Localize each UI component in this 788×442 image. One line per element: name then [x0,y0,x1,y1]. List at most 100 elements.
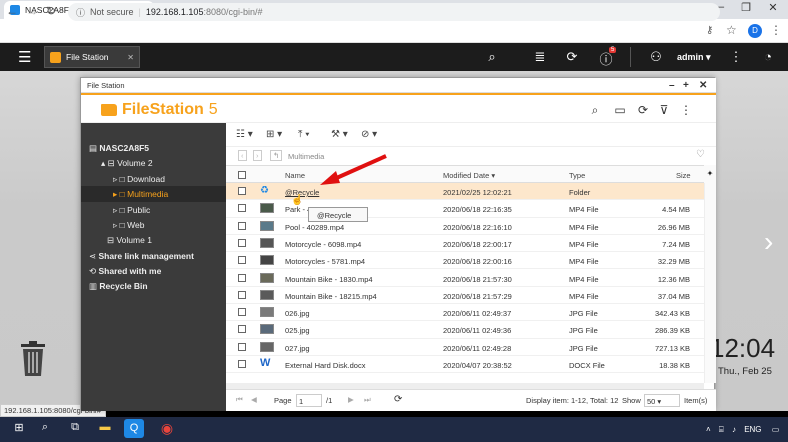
url-field[interactable]: ⓘ Not secure | 192.168.1.105:8080/cgi-bi… [68,3,720,21]
table-row[interactable]: W External Hard Disk.docx 2020/04/07 20:38… [226,356,704,374]
app-tab-filestation[interactable]: File Station ✕ [44,46,140,68]
col-type[interactable]: Type [569,171,585,180]
forward-icon[interactable]: → [26,4,38,18]
network-icon[interactable]: ⌸ [719,425,724,434]
row-checkbox[interactable] [238,273,246,282]
language-indicator[interactable]: ENG [744,425,761,434]
cell-name[interactable]: 027.jpg [285,344,310,353]
taskbar-search-icon[interactable]: ⌕ [34,421,56,434]
dashboard-gauge-icon[interactable]: ◔ [758,49,778,64]
table-row[interactable]: Mountain Bike - 1830.mp4 2020/06/18 21:57… [226,270,704,287]
sidebar-item-multimedia[interactable]: ▸ □ Multimedia [113,189,168,200]
storage-icon[interactable]: ▭ [611,103,629,117]
more-options-icon[interactable]: ⋮ [726,49,746,65]
page-input[interactable]: 1 [296,394,322,407]
table-row[interactable]: Motorcycle - 6098.mp4 2020/06/18 22:00:17… [226,235,704,253]
volume-icon[interactable]: ♪ [732,425,736,434]
cell-name[interactable]: Motorcycles - 5781.mp4 [285,257,365,266]
more-icon[interactable]: ⋮ [677,103,695,117]
upload-icon[interactable]: ⤒ ▾ [298,129,309,140]
close-window-icon[interactable]: ✕ [762,1,784,14]
window-maximize-icon[interactable]: + [683,80,689,91]
sidebar-share-link[interactable]: ⋖ Share link management [89,251,194,262]
browser-menu-icon[interactable]: ⋮ [770,23,782,37]
sidebar-volume1[interactable]: ⊟ Volume 1 [107,235,152,246]
row-checkbox[interactable] [238,290,246,299]
row-checkbox[interactable] [238,187,246,195]
first-page-icon[interactable]: ⏮ [236,395,243,405]
windows-start-icon[interactable]: ⊞ [8,421,30,434]
new-folder-icon[interactable]: ⊞ ▾ [266,129,282,140]
next-page-icon[interactable]: ▶ [348,395,354,404]
info-icon[interactable]: ⓘ [76,6,85,19]
table-row[interactable]: 026.jpg 2020/06/11 02:49:37 JPG File 342.43… [226,304,704,322]
user-icon[interactable]: ⚇ [646,49,666,65]
cell-name[interactable]: 026.jpg [285,309,310,318]
task-view-icon[interactable]: ⧉ [64,421,86,434]
search-icon[interactable]: ⌕ [482,49,502,65]
crumb-forward-icon[interactable]: › [253,150,262,161]
row-checkbox[interactable] [238,308,246,317]
table-row[interactable]: Mountain Bike - 18215.mp4 2020/06/18 21:5… [226,287,704,305]
select-all-checkbox[interactable] [238,171,246,179]
table-row[interactable]: Pool - 40289.mp4 2020/06/18 22:16:10 MP4 F… [226,218,704,235]
cell-name[interactable]: Mountain Bike - 1830.mp4 [285,275,373,284]
notification-center-icon[interactable]: ▭ [772,425,780,434]
app-tab-close-icon[interactable]: ✕ [127,53,134,62]
window-minimize-icon[interactable]: – [669,80,675,91]
vertical-scrollbar[interactable] [704,183,716,383]
table-row[interactable]: 027.jpg 2020/06/11 02:49:28 JPG File 727.13… [226,339,704,356]
col-name[interactable]: Name [285,171,305,180]
window-close-icon[interactable]: ✕ [699,80,707,91]
key-icon[interactable]: ⚷ [706,25,713,36]
col-modified[interactable]: Modified Date ▾ [443,171,495,180]
favorite-heart-icon[interactable]: ♡ [696,149,705,160]
cell-name[interactable]: Motorcycle - 6098.mp4 [285,240,361,249]
crumb-back-icon[interactable]: ‹ [238,150,247,161]
items-per-page-select[interactable]: 50 ▾ [644,394,680,407]
profile-avatar[interactable]: D [748,24,762,38]
chrome-icon[interactable]: ◉ [156,420,178,437]
view-mode-icon[interactable]: ☷ ▾ [236,129,253,140]
prev-page-icon[interactable]: ◀ [251,395,257,404]
trash-icon[interactable] [18,338,48,378]
filter-icon[interactable]: ⊽ [655,103,673,117]
back-icon[interactable]: ← [6,4,18,18]
restore-window-icon[interactable]: ❐ [735,1,757,14]
sidebar-item-public[interactable]: ▹ □ Public [113,205,150,216]
sidebar-shared-with-me[interactable]: ⟲ Shared with me [89,266,161,277]
file-explorer-icon[interactable]: ▬ [94,421,116,433]
share-icon[interactable]: ⊘ ▾ [361,129,377,140]
row-checkbox[interactable] [238,221,246,230]
sidebar-root[interactable]: ▤ NASC2A8F5 [89,143,149,154]
row-checkbox[interactable] [238,204,246,213]
tools-icon[interactable]: ⚒ ▾ [331,129,348,140]
cell-name[interactable]: 025.jpg [285,326,310,335]
table-row[interactable]: 025.jpg 2020/06/11 02:49:36 JPG File 286.39… [226,321,704,339]
sync-icon[interactable]: ⟳ [562,49,582,65]
main-menu-icon[interactable]: ☰ [18,48,31,66]
qfinder-icon[interactable]: Q [124,419,144,438]
row-checkbox[interactable] [238,360,246,368]
cell-name[interactable]: Mountain Bike - 18215.mp4 [285,292,377,301]
reload-icon[interactable]: ↻ [46,4,56,18]
search-icon[interactable]: ⌕ [586,103,604,118]
user-menu[interactable]: admin ▾ [677,52,711,63]
last-page-icon[interactable]: ⏭ [364,395,371,405]
row-checkbox[interactable] [238,342,246,351]
table-row[interactable]: Motorcycles - 5781.mp4 2020/06/18 22:00:1… [226,252,704,270]
cell-name[interactable]: External Hard Disk.docx [285,361,365,370]
cell-name[interactable]: Pool - 40289.mp4 [285,223,344,232]
refresh-icon[interactable]: ⟳ [634,103,652,117]
sidebar-item-web[interactable]: ▹ □ Web [113,220,144,231]
background-tasks-icon[interactable]: ≣ [530,49,550,65]
pager-refresh-icon[interactable]: ⟳ [394,394,402,405]
col-size[interactable]: Size [676,171,691,180]
sidebar-volume2[interactable]: ▴ ⊟ Volume 2 [101,158,153,169]
sidebar-recycle-bin[interactable]: ▥ Recycle Bin [89,281,148,292]
next-page-chevron-icon[interactable]: › [764,226,773,258]
sidebar-item-download[interactable]: ▹ □ Download [113,174,165,185]
tray-chevron-icon[interactable]: ˄ [706,425,711,434]
crumb-up-icon[interactable]: ↰ [270,150,283,161]
row-checkbox[interactable] [238,325,246,334]
